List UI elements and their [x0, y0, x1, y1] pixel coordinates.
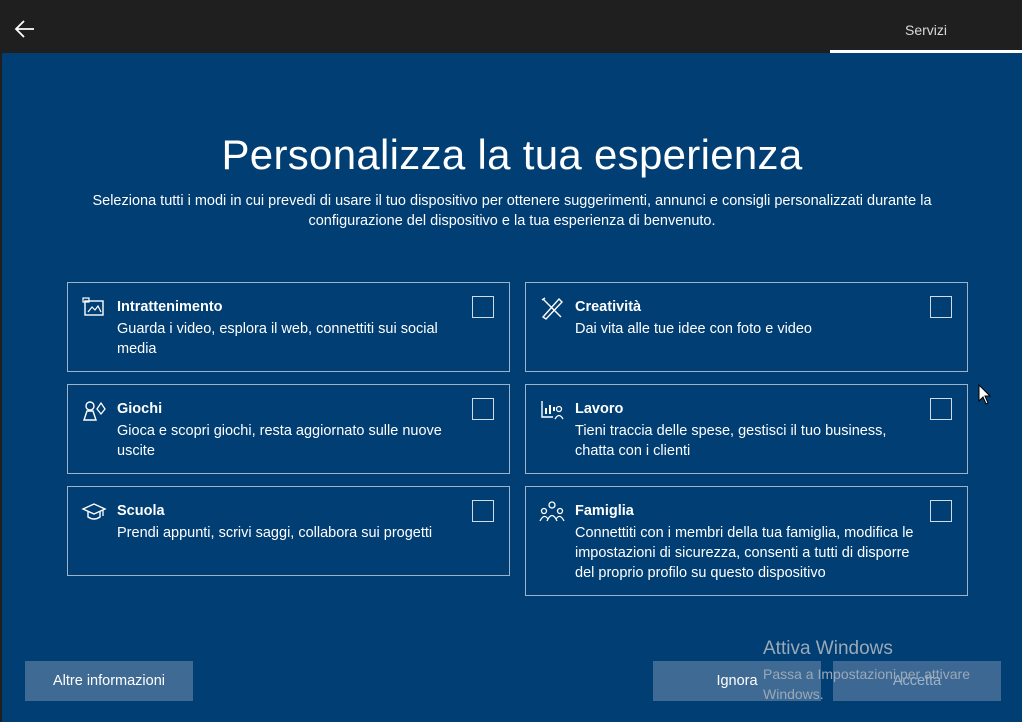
option-title: Giochi	[117, 401, 163, 417]
option-card-family[interactable]: Famiglia Connettiti con i membri della t…	[525, 486, 968, 596]
family-icon	[539, 499, 565, 525]
activation-watermark: Attiva Windows Passa a Impostazioni per …	[763, 638, 998, 704]
option-title: Lavoro	[575, 401, 624, 417]
option-checkbox[interactable]	[930, 296, 952, 318]
option-checkbox[interactable]	[472, 398, 494, 420]
option-title: Famiglia	[575, 503, 634, 519]
business-icon	[539, 397, 565, 423]
school-icon	[81, 499, 107, 525]
watermark-text: Passa a Impostazioni per attivare Window…	[763, 666, 970, 702]
option-desc: Gioca e scopri giochi, resta aggiornato …	[117, 423, 442, 459]
more-info-button[interactable]: Altre informazioni	[25, 661, 193, 701]
main-panel: Personalizza la tua esperienza Seleziona…	[2, 53, 1022, 722]
option-checkbox[interactable]	[472, 296, 494, 318]
page-title: Personalizza la tua esperienza	[221, 131, 803, 178]
option-checkbox[interactable]	[930, 398, 952, 420]
option-title: Creatività	[575, 299, 642, 315]
option-title: Intrattenimento	[117, 299, 223, 315]
option-card-creativity[interactable]: Creatività Dai vita alle tue idee con fo…	[525, 282, 968, 372]
option-checkbox[interactable]	[930, 500, 952, 522]
page-subtitle: Seleziona tutti i modi in cui prevedi di…	[92, 193, 932, 229]
option-card-business[interactable]: Lavoro Tieni traccia delle spese, gestis…	[525, 384, 968, 474]
option-desc: Prendi appunti, scrivi saggi, collabora …	[117, 525, 433, 541]
top-bar: Servizi	[0, 0, 1022, 53]
entertainment-icon	[81, 295, 107, 321]
option-desc: Connettiti con i membri della tua famigl…	[575, 525, 914, 581]
option-card-school[interactable]: Scuola Prendi appunti, scrivi saggi, col…	[67, 486, 510, 576]
tab-servizi[interactable]: Servizi	[830, 0, 1022, 52]
option-card-entertainment[interactable]: Intrattenimento Guarda i video, esplora …	[67, 282, 510, 372]
mouse-pointer-icon	[978, 383, 992, 406]
watermark-title: Attiva Windows	[763, 638, 893, 659]
option-desc: Guarda i video, esplora il web, connetti…	[117, 321, 438, 357]
creativity-icon	[539, 295, 565, 321]
option-checkbox[interactable]	[472, 500, 494, 522]
gaming-icon	[81, 397, 107, 423]
back-arrow-icon[interactable]	[12, 16, 38, 42]
option-card-gaming[interactable]: Giochi Gioca e scopri giochi, resta aggi…	[67, 384, 510, 474]
option-desc: Dai vita alle tue idee con foto e video	[575, 321, 812, 337]
option-desc: Tieni traccia delle spese, gestisci il t…	[575, 423, 887, 459]
option-title: Scuola	[117, 503, 165, 519]
